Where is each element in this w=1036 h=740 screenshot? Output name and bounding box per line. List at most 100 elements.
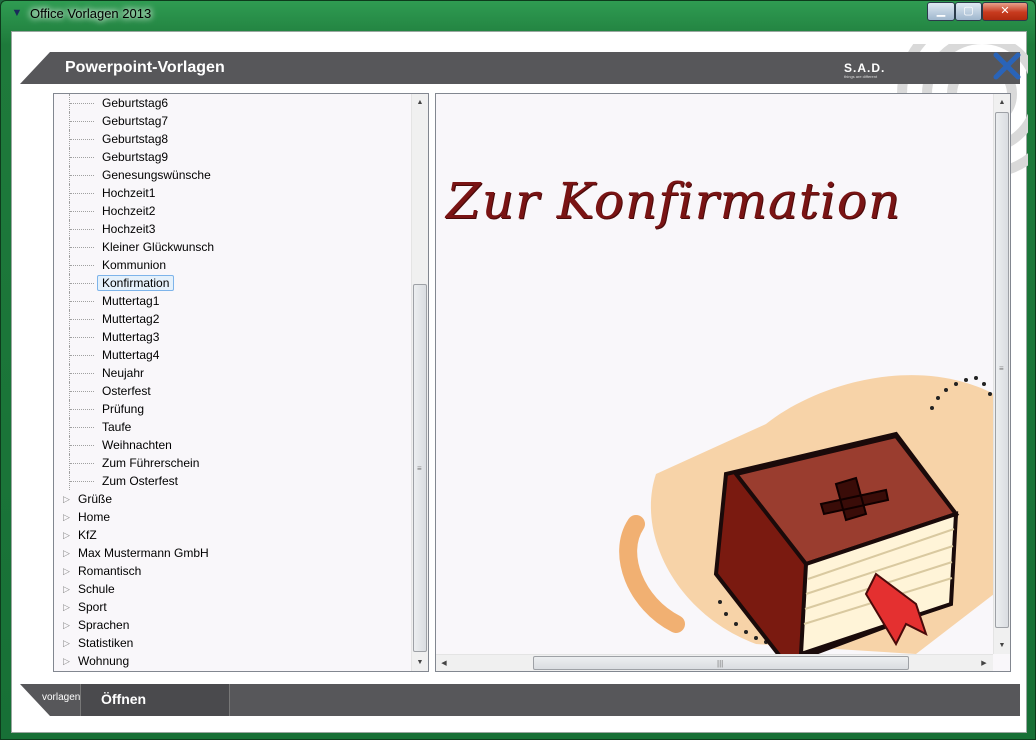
tree-item[interactable]: Genesungswünsche (54, 166, 412, 184)
tree-folder[interactable]: ▷ Wohnung (54, 652, 412, 670)
tree-item[interactable]: Prüfung (54, 400, 412, 418)
page-title: Powerpoint-Vorlagen (65, 59, 225, 76)
tree-item[interactable]: Zum Osterfest (54, 472, 412, 490)
preview-scroll-right-icon[interactable]: ▶ (976, 655, 992, 672)
preview-scroll-down-icon[interactable]: ▼ (994, 637, 1010, 654)
tree-folder[interactable]: ▷ Max Mustermann GmbH (54, 544, 412, 562)
tree-item[interactable]: Muttertag2 (54, 310, 412, 328)
preview-scroll-left-icon[interactable]: ◀ (436, 655, 452, 672)
tree-folder-label: KfZ (78, 528, 97, 542)
tree-item-label: Muttertag2 (102, 312, 160, 326)
tree-folder[interactable]: ▷ Statistiken (54, 634, 412, 652)
tree-item-label: Geburtstag9 (102, 150, 169, 164)
close-icon[interactable] (992, 51, 1022, 81)
tree-item-label: Osterfest (102, 384, 151, 398)
tree-folder[interactable]: ▷ Sprachen (54, 616, 412, 634)
tree-item[interactable]: Osterfest (54, 382, 412, 400)
tree-folder[interactable]: ▷ Sport (54, 598, 412, 616)
tree-item-label: Neujahr (102, 366, 145, 380)
template-tree[interactable]: Geburtstag6 Geburtstag7 Geburtstag8 Geburts… (54, 94, 412, 671)
maximize-button[interactable]: ▢ (955, 2, 982, 21)
open-button-label: Öffnen (101, 691, 147, 707)
tree-folder-label: Grüße (78, 492, 113, 506)
tree-item-label: Muttertag4 (102, 348, 160, 362)
scroll-up-arrow-icon[interactable]: ▲ (412, 94, 428, 111)
tree-item-label: Hochzeit2 (102, 204, 156, 218)
expand-arrow-icon[interactable]: ▷ (63, 544, 70, 562)
title-bar[interactable]: ▼ Office Vorlagen 2013 ▁ ▢ ✕ (1, 1, 1035, 31)
tree-item[interactable]: Weihnachten (54, 436, 412, 454)
tree-item[interactable]: Muttertag1 (54, 292, 412, 310)
tree-item[interactable]: Neujahr (54, 364, 412, 382)
tree-item-label: Muttertag1 (102, 294, 160, 308)
preview-panel: Zur Konfirmation ▲ ≡ ▼ ◀ ||| ▶ (435, 93, 1011, 672)
tree-item-label: Hochzeit3 (102, 222, 156, 236)
template-tree-panel: Geburtstag6 Geburtstag7 Geburtstag8 Geburts… (53, 93, 429, 672)
tree-item-label-selected: Konfirmation (97, 275, 175, 291)
tree-item[interactable]: Taufe (54, 418, 412, 436)
tree-item-label: Geburtstag8 (102, 132, 169, 146)
sad-logo: S.A.D. (844, 61, 886, 75)
scroll-down-arrow-icon[interactable]: ▼ (412, 654, 428, 671)
client-area: Powerpoint-Vorlagen S.A.D. things are di… (11, 31, 1028, 733)
sad-logo-tagline: things are different (844, 74, 878, 79)
tree-scroll-thumb[interactable]: ≡ (413, 284, 427, 652)
tree-item[interactable]: Geburtstag9 (54, 148, 412, 166)
tree-item-label: Geburtstag6 (102, 96, 169, 110)
expand-arrow-icon[interactable]: ▷ (63, 508, 70, 526)
expand-arrow-icon[interactable]: ▷ (63, 616, 70, 634)
expand-arrow-icon[interactable]: ▷ (63, 652, 70, 670)
tree-item[interactable]: Hochzeit1 (54, 184, 412, 202)
tree-folder[interactable]: ▷ Grüße (54, 490, 412, 508)
system-menu-icon[interactable]: ▼ (10, 6, 24, 20)
preview-scroll-up-icon[interactable]: ▲ (994, 94, 1010, 111)
preview-vscroll-thumb[interactable]: ≡ (995, 112, 1009, 628)
tree-item-label: Hochzeit1 (102, 186, 156, 200)
open-button[interactable]: Öffnen (80, 684, 230, 716)
tree-folder[interactable]: ▷ KfZ (54, 526, 412, 544)
tree-item-label: Zum Führerschein (102, 456, 200, 470)
tree-item[interactable]: Muttertag3 (54, 328, 412, 346)
tree-item[interactable]: Muttertag4 (54, 346, 412, 364)
preview-horizontal-scrollbar[interactable]: ◀ ||| ▶ (436, 654, 993, 671)
tree-folder-label: Max Mustermann GmbH (78, 546, 209, 560)
tree-item[interactable]: Hochzeit3 (54, 220, 412, 238)
expand-arrow-icon[interactable]: ▷ (63, 526, 70, 544)
tree-item-label: Genesungswünsche (102, 168, 211, 182)
tree-folder-label: Romantisch (78, 564, 142, 578)
expand-arrow-icon[interactable]: ▷ (63, 562, 70, 580)
minimize-button[interactable]: ▁ (927, 2, 955, 21)
preview-vertical-scrollbar[interactable]: ▲ ≡ ▼ (993, 94, 1010, 654)
tree-item[interactable]: Geburtstag7 (54, 112, 412, 130)
tree-item[interactable]: Kommunion (54, 256, 412, 274)
tree-vertical-scrollbar[interactable]: ▲ ≡ ▼ (411, 94, 428, 671)
tree-item[interactable]: Hochzeit2 (54, 202, 412, 220)
expand-arrow-icon[interactable]: ▷ (63, 598, 70, 616)
tree-folder-label: Wohnung (78, 654, 130, 668)
close-window-button[interactable]: ✕ (982, 2, 1028, 21)
preview-heading: Zur Konfirmation (446, 172, 902, 230)
window-title: Office Vorlagen 2013 (30, 6, 152, 21)
footer-bar: vorlagen Öffnen (20, 684, 1020, 716)
tree-item[interactable]: Konfirmation (54, 274, 412, 292)
expand-arrow-icon[interactable]: ▷ (63, 634, 70, 652)
tree-item-label: Kommunion (102, 258, 167, 272)
tree-folder-label: Sprachen (78, 618, 130, 632)
tree-item[interactable]: Zum Führerschein (54, 454, 412, 472)
tree-item[interactable]: Kleiner Glückwunsch (54, 238, 412, 256)
tree-folder[interactable]: ▷ Schule (54, 580, 412, 598)
tree-folder-label: Statistiken (78, 636, 134, 650)
tree-folder[interactable]: ▷ Home (54, 508, 412, 526)
preview-hscroll-thumb[interactable]: ||| (533, 656, 909, 670)
expand-arrow-icon[interactable]: ▷ (63, 490, 70, 508)
tree-folder[interactable]: ▷ Romantisch (54, 562, 412, 580)
tree-folder-label: Home (78, 510, 111, 524)
tree-item[interactable]: Geburtstag8 (54, 130, 412, 148)
expand-arrow-icon[interactable]: ▷ (63, 580, 70, 598)
tree-folder-label: Sport (78, 600, 107, 614)
tab-vorlagen[interactable]: vorlagen (42, 692, 80, 703)
tree-item-label: Prüfung (102, 402, 145, 416)
tree-item-label: Muttertag3 (102, 330, 160, 344)
tree-folder-label: Schule (78, 582, 115, 596)
tree-item[interactable]: Geburtstag6 (54, 94, 412, 112)
